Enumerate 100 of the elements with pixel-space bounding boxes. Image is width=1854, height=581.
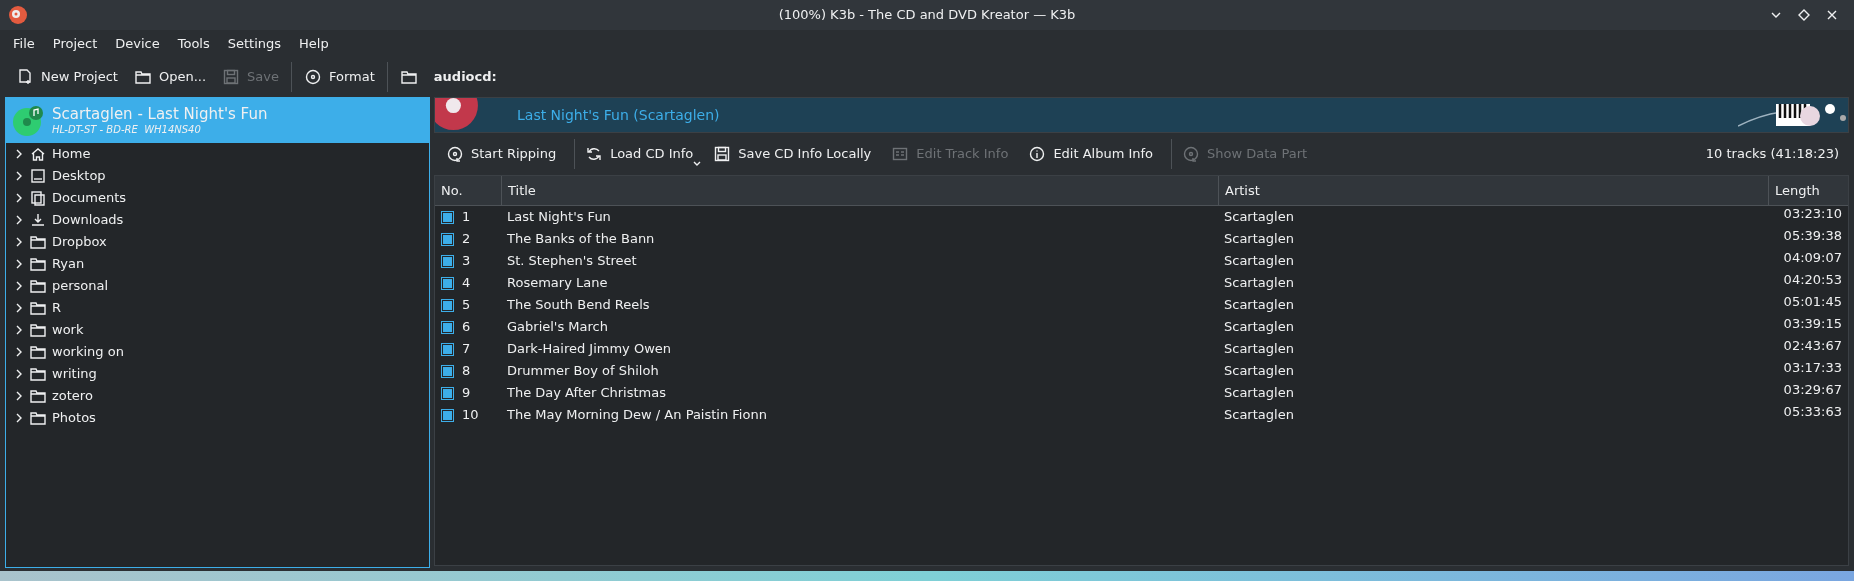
track-artist: Scartaglen: [1223, 230, 1295, 249]
checkbox[interactable]: [441, 320, 454, 334]
track-length: 02:43:67: [1782, 337, 1843, 356]
documents-icon: [29, 189, 47, 207]
disc-icon: [446, 145, 464, 163]
track-length: 03:29:67: [1782, 381, 1843, 400]
close-icon[interactable]: [1826, 9, 1838, 21]
checkbox[interactable]: [441, 342, 454, 356]
track-row[interactable]: 3 St. Stephen's Street Scartaglen 04:09:07: [435, 250, 1848, 272]
folder-icon: [29, 365, 47, 383]
track-row[interactable]: 2 The Banks of the Bann Scartaglen 05:39:38: [435, 228, 1848, 250]
track-artist: Scartaglen: [1223, 318, 1295, 337]
tree-label: working on: [52, 343, 124, 362]
track-length: 03:39:15: [1782, 315, 1843, 334]
toolbar-button[interactable]: New Project: [8, 61, 126, 93]
track-number: 4: [462, 274, 471, 293]
folder-icon: [29, 299, 47, 317]
tree-item[interactable]: Desktop: [6, 165, 429, 187]
music-disc-icon: [12, 104, 44, 137]
track-title: Gabriel's March: [506, 318, 609, 337]
track-title: Rosemary Lane: [506, 274, 609, 293]
tree-item[interactable]: Ryan: [6, 253, 429, 275]
track-number: 8: [462, 362, 471, 381]
tree-label: work: [52, 321, 84, 340]
tree-item[interactable]: Photos: [6, 407, 429, 429]
checkbox[interactable]: [441, 254, 454, 268]
checkbox[interactable]: [441, 210, 454, 224]
track-row[interactable]: 7 Dark-Haired Jimmy Owen Scartaglen 02:43:67: [435, 338, 1848, 360]
track-row[interactable]: 10 The May Morning Dew / An Paistin Fionn Scartaglen 05:33:63: [435, 404, 1848, 426]
tree-item[interactable]: writing: [6, 363, 429, 385]
toolbar-button[interactable]: Save CD Info Locally: [707, 138, 878, 170]
tree-item[interactable]: personal: [6, 275, 429, 297]
info-icon: [1028, 145, 1047, 163]
tree-label: Photos: [52, 409, 96, 428]
track-artist: Scartaglen: [1223, 362, 1295, 381]
track-number: 10: [462, 406, 479, 425]
download-icon: [29, 211, 47, 229]
track-title: The South Bend Reels: [506, 296, 651, 315]
track-title: The May Morning Dew / An Paistin Fionn: [506, 406, 768, 425]
toolbar-button[interactable]: Open...: [125, 61, 215, 93]
tree-item[interactable]: Downloads: [6, 209, 429, 231]
checkbox[interactable]: [441, 276, 454, 290]
track-number: 6: [462, 318, 471, 337]
column-header[interactable]: Title: [501, 176, 1218, 205]
tree-label: writing: [52, 365, 97, 384]
folder-icon: [29, 409, 47, 427]
monitor-icon: [29, 167, 47, 185]
menu-item[interactable]: Project: [43, 30, 107, 57]
folder-icon: [29, 233, 47, 251]
track-number: 3: [462, 252, 471, 271]
track-number: 1: [462, 208, 471, 227]
menu-item[interactable]: Tools: [168, 30, 219, 57]
column-header[interactable]: No.: [435, 176, 501, 205]
toolbar-button[interactable]: Start Ripping: [440, 138, 563, 170]
menu-item[interactable]: Device: [106, 30, 169, 57]
list-icon: [891, 145, 910, 163]
app-logo-icon: [8, 5, 28, 25]
checkbox[interactable]: [441, 364, 454, 378]
toolbar-button[interactable]: Load CD Info: [579, 138, 700, 170]
tree-label: Documents: [52, 189, 127, 208]
tree-label: R: [52, 299, 62, 318]
menu-item[interactable]: Settings: [218, 30, 291, 57]
menu-item[interactable]: Help: [290, 30, 338, 57]
column-header[interactable]: Length: [1768, 176, 1848, 205]
checkbox[interactable]: [441, 386, 454, 400]
checkbox[interactable]: [441, 298, 454, 312]
track-row[interactable]: 6 Gabriel's March Scartaglen 03:39:15: [435, 316, 1848, 338]
disc-icon: [304, 68, 322, 86]
track-number: 9: [462, 384, 471, 403]
checkbox[interactable]: [441, 408, 454, 422]
window-title: (100%) K3b - The CD and DVD Kreator — K3b: [778, 6, 1076, 25]
maximize-icon[interactable]: [1798, 9, 1810, 21]
track-summary: 10 tracks (41:18:23): [1705, 145, 1840, 164]
menu-item[interactable]: File: [4, 30, 44, 57]
track-number: 5: [462, 296, 471, 315]
track-row[interactable]: 4 Rosemary Lane Scartaglen 04:20:53: [435, 272, 1848, 294]
track-length: 03:23:10: [1782, 205, 1843, 224]
track-row[interactable]: 1 Last Night's Fun Scartaglen 03:23:10: [435, 206, 1848, 228]
track-artist: Scartaglen: [1223, 208, 1295, 227]
tree-item[interactable]: R: [6, 297, 429, 319]
track-row[interactable]: 9 The Day After Christmas Scartaglen 03:29:67: [435, 382, 1848, 404]
track-artist: Scartaglen: [1223, 406, 1295, 425]
tree-item[interactable]: Home: [6, 143, 429, 165]
tree-item[interactable]: working on: [6, 341, 429, 363]
reload-icon: [585, 145, 604, 163]
track-artist: Scartaglen: [1223, 340, 1295, 359]
tree-item[interactable]: Documents: [6, 187, 429, 209]
tree-item[interactable]: Dropbox: [6, 231, 429, 253]
toolbar-button[interactable]: Edit Album Info: [1022, 138, 1160, 170]
toolbar-button[interactable]: Format: [296, 61, 383, 93]
disc-icon: [1182, 145, 1201, 163]
tree-item[interactable]: zotero: [6, 385, 429, 407]
tree-item[interactable]: work: [6, 319, 429, 341]
track-artist: Scartaglen: [1223, 274, 1295, 293]
column-header[interactable]: Artist: [1218, 176, 1768, 205]
page-plus-icon: [16, 68, 34, 86]
checkbox[interactable]: [441, 232, 454, 246]
track-row[interactable]: 8 Drummer Boy of Shiloh Scartaglen 03:17:33: [435, 360, 1848, 382]
track-length: 05:01:45: [1782, 293, 1843, 312]
track-row[interactable]: 5 The South Bend Reels Scartaglen 05:01:45: [435, 294, 1848, 316]
